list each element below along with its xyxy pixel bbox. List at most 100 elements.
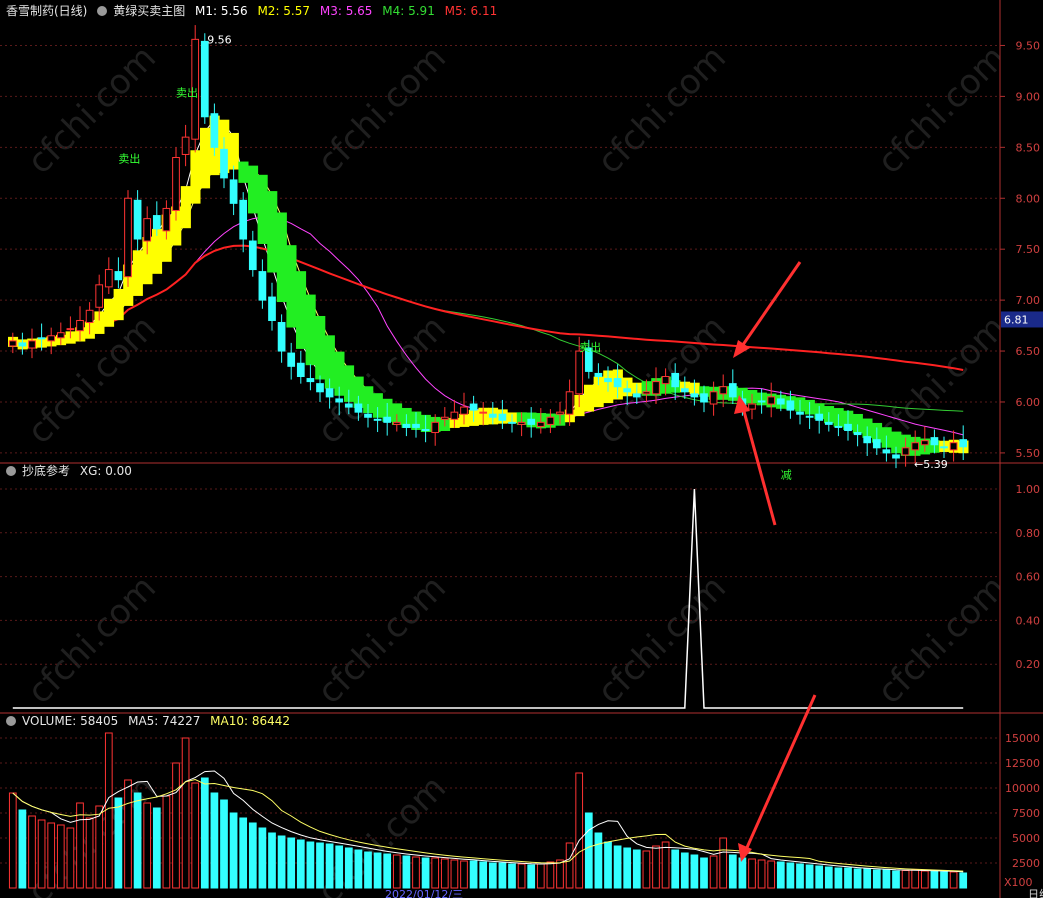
sub1-y-tick-label: 0.40 (1016, 614, 1041, 627)
indicator-name[interactable]: 黄绿买卖主图 (113, 4, 185, 18)
candle-body (767, 396, 776, 405)
volume-bar (76, 802, 84, 889)
candle-body (613, 378, 622, 388)
sub2-y-tick-label: 15000 (1005, 732, 1040, 745)
candle-body (277, 322, 286, 352)
volume-bar (642, 850, 651, 889)
candle-body (383, 416, 392, 423)
volume-bar (210, 792, 219, 889)
ma-m4: M4: 5.91 (382, 4, 435, 18)
volume-bar (316, 842, 324, 889)
volume-bar (536, 863, 545, 889)
volume-bar (632, 849, 641, 889)
high-price-label: 9.56 (207, 33, 232, 46)
ribbon-segment (305, 294, 316, 366)
candle-body (805, 415, 814, 418)
ribbon-segment (104, 298, 115, 327)
volume-bar (479, 861, 488, 889)
candle-body (258, 271, 267, 301)
main-y-tick-label: 8.50 (1016, 141, 1041, 154)
candle-body (392, 421, 401, 425)
volume-bar (709, 855, 718, 889)
candle-body (114, 271, 123, 281)
candle-body (37, 337, 46, 340)
ribbon-segment (228, 132, 239, 170)
candle-body (632, 393, 641, 398)
volume-bar (719, 837, 728, 889)
volume-bar (200, 777, 209, 889)
main-panel-header: 香雪制药(日线) 黄绿买卖主图 M1: 5.56 M2: 5.57 M3: 5.… (6, 2, 503, 20)
volume-bar (546, 861, 555, 889)
ma-m3: M3: 5.65 (319, 4, 373, 18)
volume-bar (901, 870, 910, 889)
candle-body (796, 411, 804, 415)
volume-bar (757, 859, 766, 889)
ribbon-segment (315, 315, 326, 380)
candle-body (47, 335, 56, 342)
red-arrow (736, 261, 802, 353)
candle-body (498, 413, 507, 421)
volume-bar (143, 802, 152, 889)
candle-body (604, 378, 612, 383)
ribbon-segment (584, 384, 595, 412)
volume-bar (844, 867, 852, 889)
candle-body (623, 388, 632, 393)
candle-body (306, 378, 315, 383)
sub1-xg-value: XG: 0.00 (79, 464, 132, 478)
current-price-label: 6.81 (1004, 313, 1029, 326)
sell-signal-label: 卖出 (118, 152, 140, 166)
settings-dot-icon[interactable] (6, 716, 16, 726)
candle-body (325, 388, 334, 398)
volume-bar (556, 859, 564, 889)
candle-body (412, 423, 420, 428)
volume-bar (508, 863, 516, 889)
settings-dot-icon[interactable] (6, 466, 16, 476)
volume-bar (680, 852, 689, 889)
sub1-title[interactable]: 抄底参考 (22, 464, 70, 478)
candle-body (200, 40, 209, 118)
ribbon-segment (267, 191, 278, 273)
sub2-y-tick-label: 5000 (1012, 832, 1040, 845)
volume-bar (306, 841, 315, 889)
candle-body (488, 413, 497, 418)
volume-bar (872, 869, 881, 889)
volume-bar (191, 782, 200, 889)
candle-body (133, 199, 142, 240)
candle-body (776, 398, 785, 405)
main-y-tick-label: 5.50 (1016, 447, 1041, 460)
sub1-y-tick-label: 0.60 (1016, 571, 1041, 584)
volume-bar (364, 851, 372, 889)
red-arrow (740, 403, 777, 526)
candle-body (940, 446, 948, 449)
volume-bar (652, 845, 660, 889)
candle-body (872, 439, 881, 449)
red-arrow-head (733, 340, 750, 358)
volume-bar (815, 865, 824, 889)
volume-bar (824, 866, 833, 889)
candle-body (728, 383, 737, 398)
candle-body (440, 416, 449, 420)
candle-body (431, 421, 440, 434)
volume-bar (66, 827, 75, 889)
volume-bar (748, 858, 756, 889)
ma-line-m1 (12, 118, 964, 451)
candle-body (373, 418, 382, 421)
sub1-y-tick-label: 0.80 (1016, 527, 1041, 540)
volume-bar (28, 815, 36, 889)
main-y-tick-label: 9.50 (1016, 39, 1041, 52)
volume-bar (152, 807, 161, 889)
volume-bar (498, 862, 507, 889)
volume-bar (575, 772, 584, 889)
volume-bar (690, 854, 699, 889)
sub2-panel-header: VOLUME: 58405 MA5: 74227 MA10: 86442 (6, 712, 296, 730)
volume-bar (85, 817, 94, 889)
candle-body (815, 413, 824, 421)
candle-body (181, 136, 190, 155)
settings-dot-icon[interactable] (97, 6, 108, 16)
candle-body (959, 439, 968, 448)
volume-bar (181, 737, 190, 889)
candle-body (239, 199, 248, 240)
candle-body (104, 269, 113, 288)
volume-bar (460, 860, 468, 889)
volume-bar (239, 817, 248, 889)
